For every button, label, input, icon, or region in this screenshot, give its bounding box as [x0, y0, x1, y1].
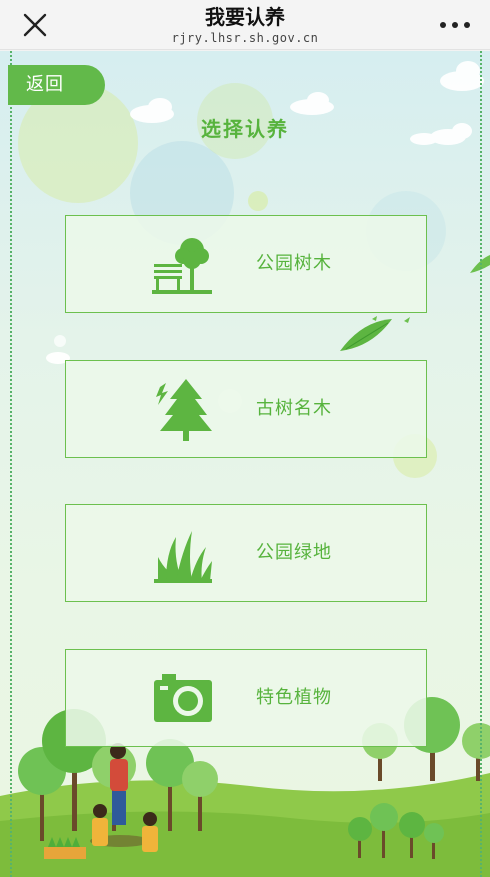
ancient-tree-icon [156, 379, 212, 441]
more-options-icon[interactable] [440, 18, 470, 32]
option-featured-plants[interactable]: 特色植物 [65, 649, 427, 747]
title-area: 我要认养 rjry.lhsr.sh.gov.cn [0, 4, 490, 46]
left-dotted-border [10, 51, 12, 877]
option-ancient-trees[interactable]: 古树名木 [65, 360, 427, 458]
page-url: rjry.lhsr.sh.gov.cn [171, 31, 319, 45]
park-tree-bench-icon [152, 238, 212, 294]
grass-icon [154, 531, 212, 583]
option-label: 古树名木 [256, 398, 332, 419]
background-illustration [0, 61, 490, 877]
option-label: 公园绿地 [256, 542, 332, 563]
option-label: 特色植物 [256, 687, 332, 708]
option-park-greenland[interactable]: 公园绿地 [65, 504, 427, 602]
page-title: 我要认养 [205, 5, 285, 29]
back-button[interactable]: 返回 [8, 65, 105, 105]
camera-icon [154, 674, 212, 722]
page-content: 返回 选择认养 公园树木 古树名木 公园绿地 特色植物 [0, 51, 490, 877]
right-dotted-border [480, 51, 482, 877]
section-heading: 选择认养 [201, 117, 289, 141]
option-park-trees[interactable]: 公园树木 [65, 215, 427, 313]
option-label: 公园树木 [256, 253, 332, 274]
browser-top-bar: 我要认养 rjry.lhsr.sh.gov.cn [0, 0, 490, 50]
